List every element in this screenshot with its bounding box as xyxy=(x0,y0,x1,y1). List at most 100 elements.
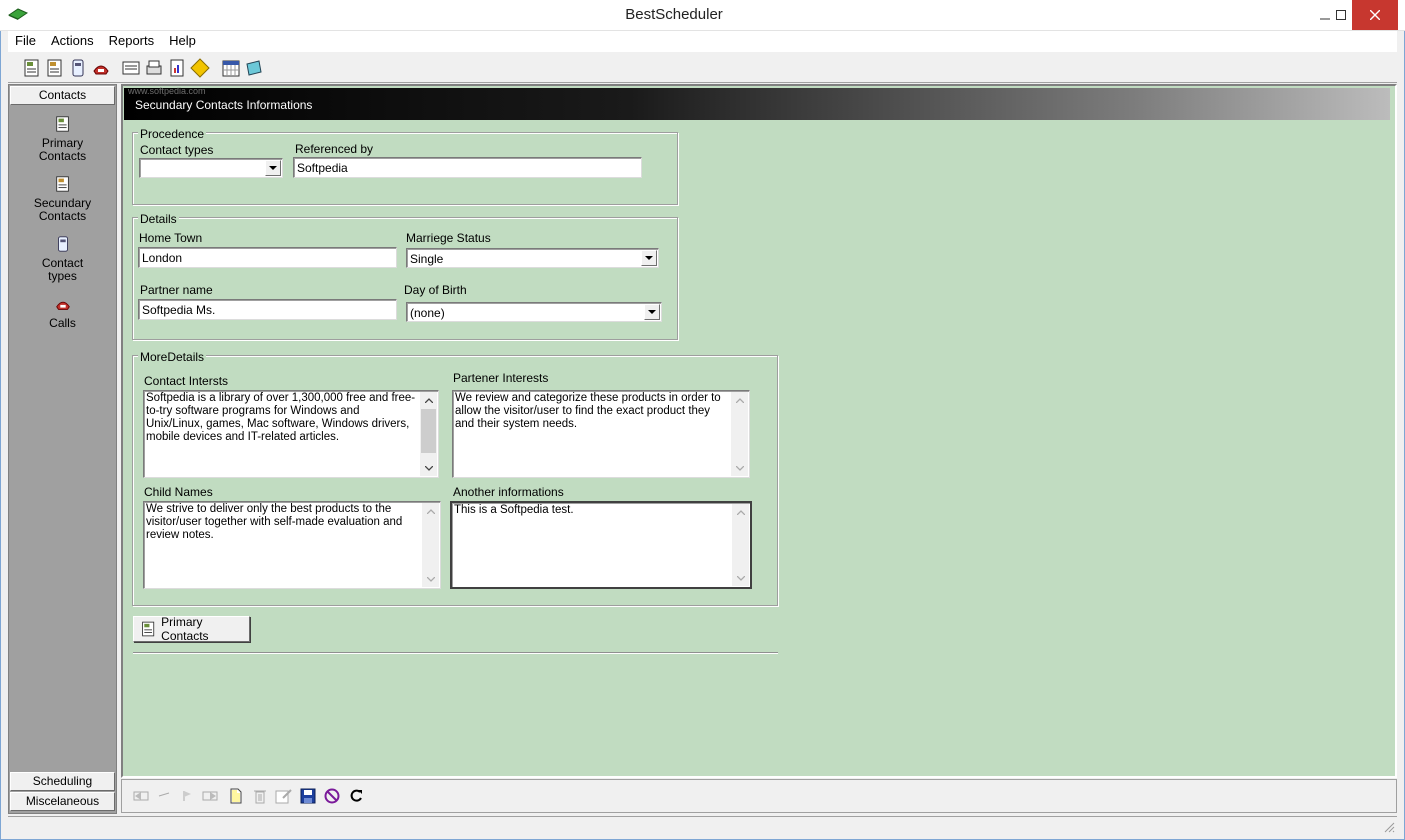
last-record-button[interactable] xyxy=(199,785,221,807)
cancel-edit-button[interactable] xyxy=(321,785,343,807)
menu-file[interactable]: File xyxy=(8,31,44,51)
dropdown-arrow[interactable] xyxy=(641,250,657,266)
prior-record-icon xyxy=(158,792,170,797)
child-names-label: Child Names xyxy=(144,485,213,499)
vertical-scrollbar[interactable] xyxy=(732,504,749,586)
day-of-birth-label: Day of Birth xyxy=(404,283,467,297)
menu-help[interactable]: Help xyxy=(162,31,204,51)
print-tool-icon[interactable] xyxy=(144,58,164,78)
close-icon xyxy=(1370,10,1380,20)
secondary-contacts-tool-icon[interactable] xyxy=(45,58,65,78)
warning-tool-icon[interactable] xyxy=(190,58,210,78)
maximize-icon xyxy=(1336,10,1346,20)
schedule-tool-icon[interactable] xyxy=(121,58,141,78)
marriage-status-value: Single xyxy=(410,252,444,266)
contact-types-tool-icon[interactable] xyxy=(68,58,88,78)
cancel-icon xyxy=(324,788,340,804)
window-title: BestScheduler xyxy=(625,6,723,23)
vertical-scrollbar[interactable] xyxy=(731,392,748,476)
vertical-scrollbar[interactable] xyxy=(420,392,437,476)
divider xyxy=(133,652,778,654)
secundary-contacts-icon xyxy=(55,176,69,192)
sidebar-tab-contacts[interactable]: Contacts xyxy=(10,86,115,105)
another-info-textarea[interactable]: This is a Softpedia test. xyxy=(450,501,752,589)
partner-interests-textarea[interactable]: We review and categorize these products … xyxy=(452,390,750,478)
child-names-textarea[interactable]: We strive to deliver only the best produ… xyxy=(143,501,441,589)
header-watermark: www.softpedia.com xyxy=(128,86,206,96)
prior-record-button[interactable] xyxy=(153,785,175,807)
contact-types-select[interactable] xyxy=(139,158,283,178)
sidebar-item-secundary-contacts[interactable]: Secundary Contacts xyxy=(9,175,116,223)
dropdown-arrow[interactable] xyxy=(265,160,281,176)
chevron-down-icon xyxy=(736,575,745,581)
calendar-tool-icon[interactable] xyxy=(221,58,241,78)
day-of-birth-select[interactable]: (none) xyxy=(406,302,662,322)
sidebar-item-primary-contacts[interactable]: Primary Contacts xyxy=(9,115,116,163)
scroll-down-button[interactable] xyxy=(731,460,748,476)
resize-grip-icon[interactable] xyxy=(1383,821,1395,833)
chevron-up-icon xyxy=(424,397,433,403)
menu-reports[interactable]: Reports xyxy=(102,31,163,51)
marriage-status-select[interactable]: Single xyxy=(406,248,659,268)
sidebar-item-label: Calls xyxy=(49,316,76,330)
scroll-up-button[interactable] xyxy=(422,503,439,519)
new-document-icon xyxy=(230,788,242,804)
partner-interests-label: Partener Interests xyxy=(453,371,549,385)
details-legend: Details xyxy=(138,212,179,226)
toolbar xyxy=(8,51,1397,83)
edit-record-button[interactable] xyxy=(273,785,295,807)
scroll-up-button[interactable] xyxy=(732,504,749,520)
vertical-scrollbar[interactable] xyxy=(422,503,439,587)
sidebar-tab-miscellaneous[interactable]: Miscelaneous xyxy=(10,792,115,811)
menu-bar: File Actions Reports Help xyxy=(8,31,1397,51)
primary-contacts-button-label: Primary Contacts xyxy=(161,615,209,643)
partner-interests-text: We review and categorize these products … xyxy=(455,392,724,430)
chevron-down-icon xyxy=(426,576,435,582)
scroll-down-button[interactable] xyxy=(422,571,439,587)
primary-contacts-icon xyxy=(55,116,69,132)
contact-interests-textarea[interactable]: Softpedia is a library of over 1,300,000… xyxy=(143,390,439,478)
sidebar-item-label: Contacts xyxy=(38,149,87,163)
primary-contacts-tool-icon[interactable] xyxy=(22,58,42,78)
edit-icon xyxy=(275,789,292,804)
first-record-icon xyxy=(133,791,149,801)
chevron-down-icon xyxy=(645,255,653,260)
delete-record-button[interactable] xyxy=(249,785,271,807)
home-town-label: Home Town xyxy=(139,231,203,245)
next-record-button[interactable] xyxy=(176,785,198,807)
chevron-down-icon xyxy=(735,465,744,471)
menu-actions[interactable]: Actions xyxy=(44,31,102,51)
referenced-by-input[interactable]: Softpedia xyxy=(293,157,642,178)
chevron-up-icon xyxy=(736,509,745,515)
sidebar-item-contact-types[interactable]: Contact types xyxy=(9,235,116,283)
contact-types-icon xyxy=(57,236,68,252)
scroll-down-button[interactable] xyxy=(420,460,437,476)
close-button[interactable] xyxy=(1352,0,1398,30)
primary-contacts-button[interactable]: Primary Contacts xyxy=(133,615,250,643)
first-record-button[interactable] xyxy=(130,785,152,807)
new-record-button[interactable] xyxy=(225,785,247,807)
scrollbar-thumb[interactable] xyxy=(421,409,436,453)
home-town-input[interactable]: London xyxy=(138,247,397,268)
report-tool-icon[interactable] xyxy=(167,58,187,78)
chevron-down-icon xyxy=(269,165,277,170)
chevron-up-icon xyxy=(735,397,744,403)
sidebar-tab-scheduling[interactable]: Scheduling xyxy=(10,772,115,791)
contact-interests-label: Contact Intersts xyxy=(144,374,229,388)
partner-name-input[interactable]: Softpedia Ms. xyxy=(138,299,397,320)
notes-tool-icon[interactable] xyxy=(244,58,264,78)
sidebar-item-calls[interactable]: Calls xyxy=(9,295,116,330)
sidebar-item-label: Contacts xyxy=(38,209,87,223)
refresh-button[interactable] xyxy=(345,785,367,807)
save-record-button[interactable] xyxy=(297,785,319,807)
chevron-down-icon xyxy=(648,309,656,314)
calls-tool-icon[interactable] xyxy=(91,58,111,78)
scroll-down-button[interactable] xyxy=(732,570,749,586)
sidebar: Contacts Primary Contacts Secundary Cont… xyxy=(8,84,117,814)
dropdown-arrow[interactable] xyxy=(644,304,660,320)
status-bar xyxy=(8,816,1397,836)
calls-icon xyxy=(55,301,70,310)
scroll-up-button[interactable] xyxy=(420,392,437,408)
scroll-up-button[interactable] xyxy=(731,392,748,408)
referenced-by-label: Referenced by xyxy=(295,142,374,156)
